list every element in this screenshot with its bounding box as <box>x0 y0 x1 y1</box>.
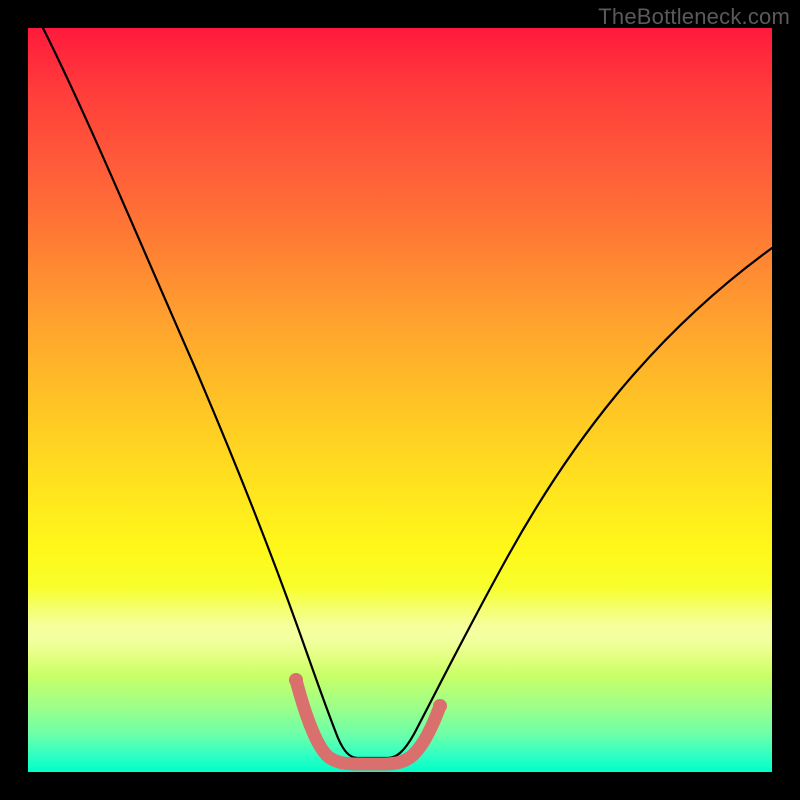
highlight-dot-left <box>289 673 303 687</box>
highlight-dot-right <box>433 699 447 713</box>
plot-area <box>28 28 772 772</box>
curve-layer <box>28 28 772 772</box>
bottleneck-curve <box>43 28 772 758</box>
chart-frame: TheBottleneck.com <box>0 0 800 800</box>
watermark-text: TheBottleneck.com <box>598 4 790 30</box>
highlight-band <box>28 586 772 675</box>
valley-highlight <box>296 680 440 764</box>
